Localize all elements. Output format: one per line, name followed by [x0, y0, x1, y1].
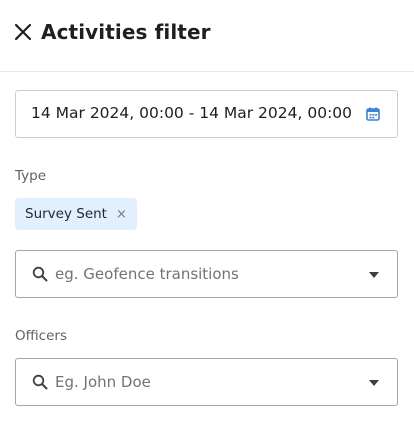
page-title: Activities filter [41, 20, 211, 44]
date-range-value: 14 Mar 2024, 00:00 - 14 Mar 2024, 00:00 [31, 104, 353, 122]
close-button[interactable] [12, 21, 34, 43]
filter-header: Activities filter [0, 0, 414, 72]
officers-select[interactable] [15, 358, 398, 406]
chip-label: Survey Sent [25, 206, 107, 222]
type-search-input[interactable] [55, 261, 355, 287]
chevron-down-icon[interactable] [369, 380, 379, 386]
type-section-label: Type [15, 168, 47, 184]
search-icon [32, 374, 48, 390]
type-chip-survey-sent: Survey Sent × [15, 198, 137, 230]
search-icon [32, 266, 48, 282]
chevron-down-icon[interactable] [369, 272, 379, 278]
officers-section-label: Officers [15, 328, 67, 344]
chip-remove-icon[interactable]: × [116, 208, 127, 221]
officers-search-input[interactable] [55, 369, 355, 395]
type-select[interactable] [15, 250, 398, 298]
date-range-picker[interactable]: 14 Mar 2024, 00:00 - 14 Mar 2024, 00:00 [15, 90, 398, 138]
calendar-icon[interactable] [366, 107, 380, 121]
close-icon [14, 23, 32, 41]
